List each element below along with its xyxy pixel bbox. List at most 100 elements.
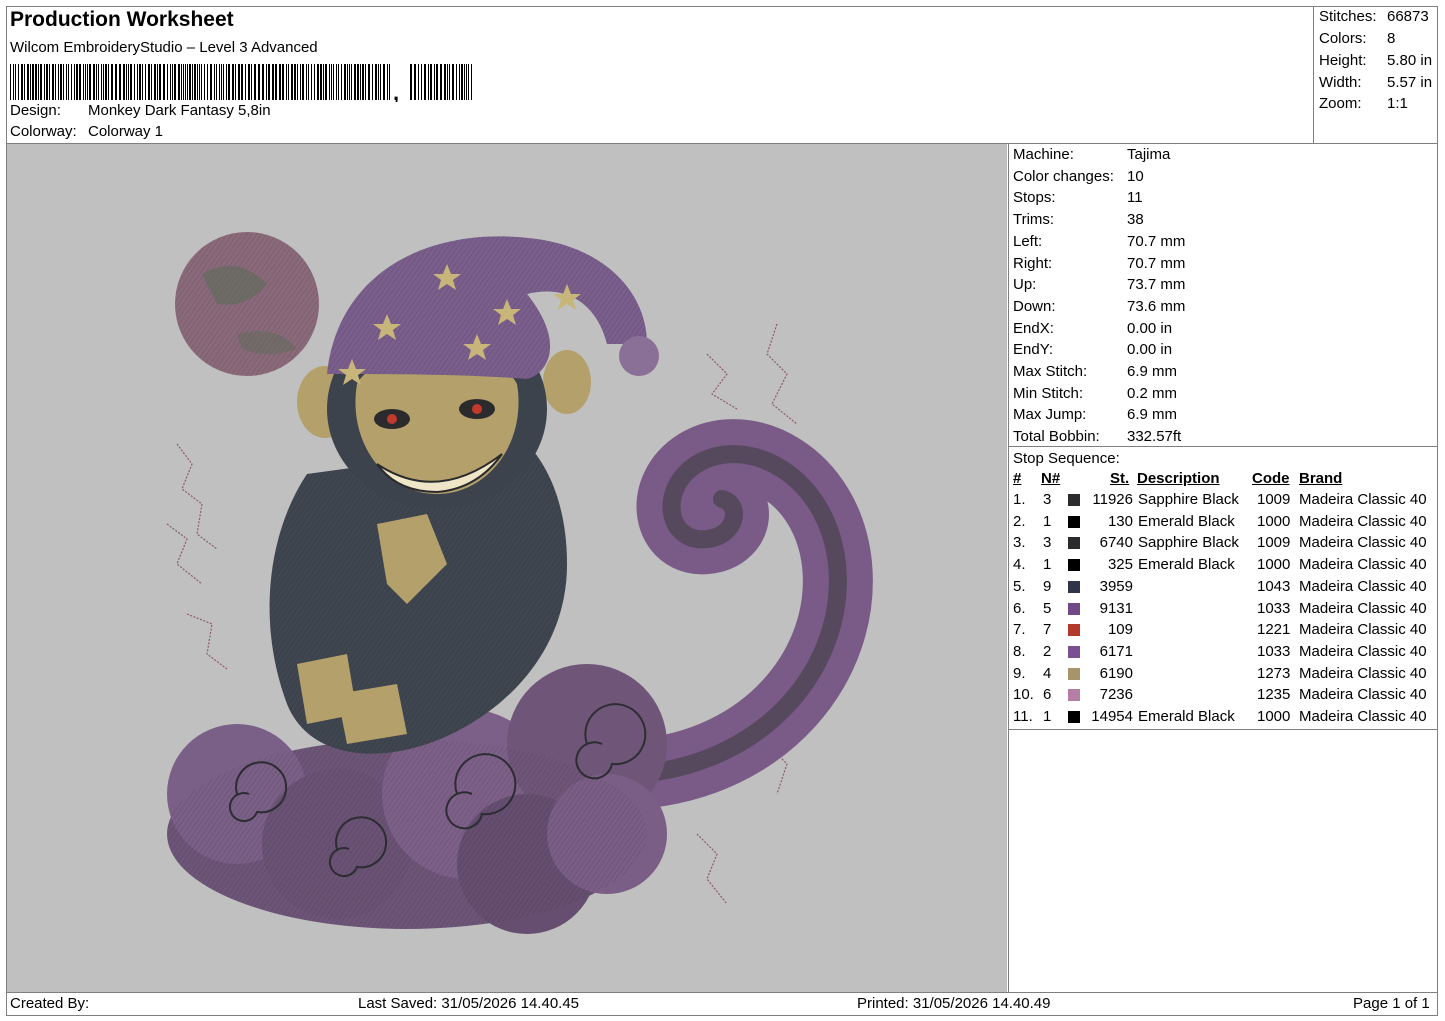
seq-description: Sapphire Black xyxy=(1138,491,1239,508)
info-value: 73.7 mm xyxy=(1127,276,1186,294)
info-value: 0.2 mm xyxy=(1127,384,1178,402)
info-divider xyxy=(1008,446,1438,447)
seq-stitches: 325 xyxy=(1107,556,1133,574)
stats-box: Stitches: 66873 Colors: 8 Height: 5.80 in W… xyxy=(1313,6,1439,143)
info-label: Machine: xyxy=(1013,146,1074,163)
seq-code: 1000 xyxy=(1257,512,1291,530)
seq-code: 1033 xyxy=(1257,642,1291,660)
stat-label: Width: xyxy=(1319,74,1362,91)
seq-code: 1000 xyxy=(1257,556,1291,574)
stop-sequence-row: 7. 7 109 1221 Madeira Classic 40 xyxy=(1013,621,1438,642)
colorway-row: Colorway: Colorway 1 xyxy=(10,123,163,140)
info-label: Left: xyxy=(1013,232,1043,250)
seq-num: 7. xyxy=(1013,621,1026,639)
barcode: , xyxy=(10,64,472,102)
printed-date: Printed: 31/05/2026 14.40.49 xyxy=(857,995,1051,1012)
stat-label: Height: xyxy=(1319,52,1367,69)
info-value: 6.9 mm xyxy=(1127,363,1178,380)
info-row: Trims: 38 xyxy=(1013,211,1144,228)
seq-code: 1043 xyxy=(1257,577,1291,595)
seq-needle: 1 xyxy=(1043,556,1052,574)
seq-description: Emerald Black xyxy=(1138,512,1235,530)
info-row: Right: 70.7 mm xyxy=(1013,255,1185,272)
info-row: Machine: Tajima xyxy=(1013,146,1170,163)
stop-sequence-row: 10. 6 7236 1235 Madeira Classic 40 xyxy=(1013,686,1438,707)
stat-zoom: Zoom: 1:1 xyxy=(1319,95,1408,112)
color-swatch xyxy=(1068,537,1080,550)
stat-label: Stitches: xyxy=(1319,8,1377,25)
seq-brand: Madeira Classic 40 xyxy=(1299,708,1427,725)
info-row: Down: 73.6 mm xyxy=(1013,298,1185,315)
seq-brand: Madeira Classic 40 xyxy=(1299,556,1427,574)
seq-num: 6. xyxy=(1013,599,1026,617)
seq-num: 9. xyxy=(1013,664,1026,682)
info-label: EndY: xyxy=(1013,341,1054,359)
info-value: 70.7 mm xyxy=(1127,254,1186,272)
stat-stitches: Stitches: 66873 xyxy=(1319,8,1429,25)
color-swatch xyxy=(1068,515,1080,528)
seq-brand: Madeira Classic 40 xyxy=(1299,512,1427,530)
info-row: Up: 73.7 mm xyxy=(1013,276,1185,293)
stat-value: 5.80 in xyxy=(1387,52,1433,69)
info-value: 73.6 mm xyxy=(1127,297,1186,315)
info-label: Min Stitch: xyxy=(1013,384,1084,402)
info-row: Total Bobbin: 332.57ft xyxy=(1013,428,1181,445)
color-swatch xyxy=(1068,667,1080,680)
color-swatch xyxy=(1068,689,1080,702)
stat-value: 1:1 xyxy=(1387,95,1408,112)
seq-brand: Madeira Classic 40 xyxy=(1299,491,1427,508)
seq-needle: 4 xyxy=(1043,664,1052,682)
info-value: 38 xyxy=(1127,211,1144,229)
stat-value: 5.57 in xyxy=(1387,74,1433,91)
design-row: Design: Monkey Dark Fantasy 5,8in xyxy=(10,102,271,119)
seq-brand: Madeira Classic 40 xyxy=(1299,577,1427,595)
color-swatch xyxy=(1068,559,1080,572)
color-swatch xyxy=(1068,645,1080,658)
stop-sequence-row: 6. 5 9131 1033 Madeira Classic 40 xyxy=(1013,600,1438,621)
info-value: 11 xyxy=(1127,189,1143,207)
info-value: 10 xyxy=(1127,167,1144,185)
seq-stitches: 3959 xyxy=(1099,577,1133,595)
stat-value: 66873 xyxy=(1387,8,1429,25)
seq-needle: 1 xyxy=(1043,708,1052,725)
stop-sequence-row: 5. 9 3959 1043 Madeira Classic 40 xyxy=(1013,578,1438,599)
seq-stitches: 130 xyxy=(1107,512,1133,530)
seq-num: 3. xyxy=(1013,534,1026,552)
info-value: 0.00 in xyxy=(1127,341,1173,359)
info-value: 0.00 in xyxy=(1127,319,1173,337)
seq-description: Emerald Black xyxy=(1138,708,1235,725)
page-title: Production Worksheet xyxy=(10,8,234,31)
info-label: Stops: xyxy=(1013,189,1056,207)
seq-code: 1273 xyxy=(1257,664,1291,682)
monkey-eye xyxy=(387,414,397,424)
design-label: Design: xyxy=(10,102,61,119)
info-value: 70.7 mm xyxy=(1127,232,1186,250)
info-row: Left: 70.7 mm xyxy=(1013,233,1185,250)
seq-needle: 2 xyxy=(1043,642,1052,660)
info-label: EndX: xyxy=(1013,319,1054,337)
info-label: Right: xyxy=(1013,254,1053,272)
worksheet-footer: Created By: Last Saved: 31/05/2026 14.40… xyxy=(6,993,1438,1016)
stat-height: Height: 5.80 in xyxy=(1319,52,1432,69)
seq-description: Emerald Black xyxy=(1138,556,1235,574)
info-row: Min Stitch: 0.2 mm xyxy=(1013,385,1177,402)
seq-stitches: 7236 xyxy=(1099,686,1133,704)
design-preview xyxy=(7,144,1007,992)
info-row: EndX: 0.00 in xyxy=(1013,320,1172,337)
cap-pompom xyxy=(619,336,659,376)
color-swatch xyxy=(1068,494,1080,506)
stop-sequence-row: 4. 1 325 Emerald Black 1000 Madeira Classic 4… xyxy=(1013,556,1438,577)
seq-needle: 9 xyxy=(1043,577,1052,595)
info-label: Total Bobbin: xyxy=(1013,428,1100,446)
stat-value: 8 xyxy=(1387,30,1396,47)
info-value: 332.57ft xyxy=(1127,428,1182,446)
stop-sequence-row: 8. 2 6171 1033 Madeira Classic 40 xyxy=(1013,643,1438,664)
seq-brand: Madeira Classic 40 xyxy=(1299,642,1427,660)
seq-num: 10. xyxy=(1013,686,1034,704)
worksheet-header: Production Worksheet Wilcom EmbroiderySt… xyxy=(6,6,1314,143)
info-label: Up: xyxy=(1013,276,1037,294)
seq-num: 1. xyxy=(1013,491,1026,508)
seq-code: 1033 xyxy=(1257,599,1291,617)
seq-brand: Madeira Classic 40 xyxy=(1299,686,1427,704)
seq-needle: 1 xyxy=(1043,512,1052,530)
